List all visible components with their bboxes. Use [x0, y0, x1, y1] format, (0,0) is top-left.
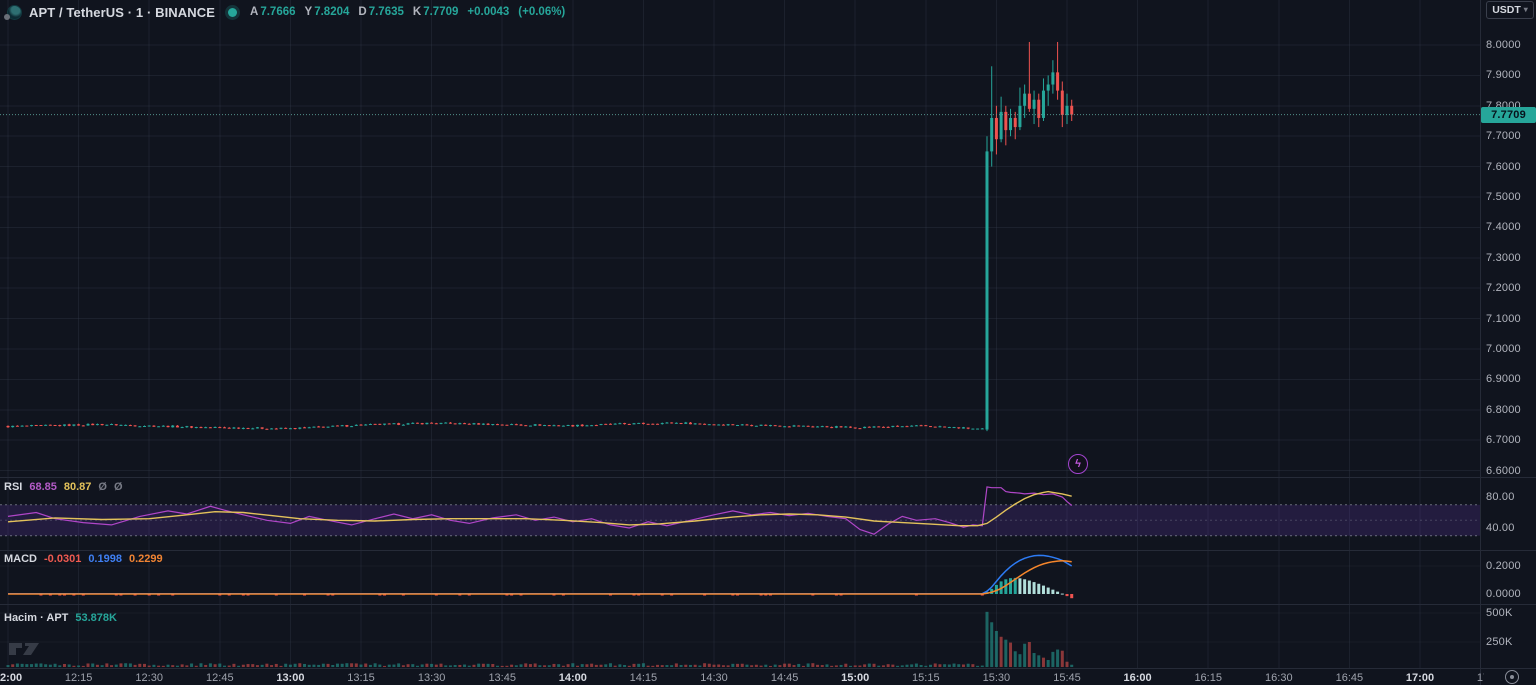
macd-line-value: 0.1998 — [88, 553, 122, 565]
volume-value: 53.878K — [75, 612, 117, 624]
low-label: D — [358, 6, 367, 18]
volume-legend: Hacim · APT 53.878K — [4, 612, 117, 624]
macd-signal-value: 0.2299 — [128, 553, 163, 565]
symbol-header: APT / TetherUS · 1 · BINANCE A 7.7666 Y 7.… — [4, 3, 565, 21]
time-tick-label: 15:15 — [912, 672, 940, 684]
connection-status-icon[interactable] — [228, 7, 238, 17]
time-tick-label: 12:15 — [64, 672, 93, 684]
change-value: +0.0043 — [467, 6, 510, 18]
open-label: A — [250, 6, 259, 18]
tradingview-logo-icon[interactable] — [8, 638, 44, 656]
high-label: Y — [304, 6, 313, 18]
volume-name[interactable]: Hacim · APT — [4, 612, 68, 624]
chevron-down-icon: ▾ — [1523, 5, 1528, 14]
time-tick-label: 13:45 — [488, 672, 516, 684]
time-tick-label: 14:45 — [770, 672, 799, 684]
rsi-legend: RSI 68.85 80.87 Ø Ø — [4, 481, 123, 493]
time-tick-label: 12:30 — [135, 672, 163, 684]
time-tick-label: 14:30 — [700, 672, 728, 684]
rsi-value: 68.85 — [29, 481, 57, 493]
macd-name[interactable]: MACD — [4, 553, 37, 565]
trading-chart-window: APT / TetherUS · 1 · BINANCE A 7.7666 Y 7.… — [0, 0, 1536, 685]
rsi-empty-icon-1[interactable]: Ø — [98, 481, 107, 493]
time-tick-label: 17:15 — [1476, 672, 1484, 684]
rsi-ma-value: 80.87 — [63, 481, 92, 493]
time-tick-label: 16:00 — [1123, 672, 1152, 684]
open-value: 7.7666 — [260, 6, 296, 18]
time-tick-label: 15:30 — [982, 672, 1011, 684]
secondary-logo-dot-icon — [4, 13, 10, 20]
macd-legend: MACD -0.0301 0.1998 0.2299 — [4, 553, 163, 565]
change-percent: (+0.06%) — [518, 6, 566, 18]
time-tick-label: 15:00 — [841, 672, 870, 684]
rsi-empty-icon-2[interactable]: Ø — [114, 481, 123, 493]
time-tick-label: 17:00 — [1405, 672, 1435, 684]
macd-hist-value: -0.0301 — [44, 553, 82, 565]
symbol-title[interactable]: APT / TetherUS · 1 · BINANCE — [29, 5, 215, 20]
low-value: 7.7635 — [368, 6, 404, 18]
time-tick-label: 13:15 — [347, 672, 375, 684]
rsi-name[interactable]: RSI — [4, 481, 22, 493]
high-value: 7.8204 — [314, 6, 350, 18]
time-tick-label: 14:15 — [629, 672, 658, 684]
time-tick-label: 12:00 — [0, 672, 23, 684]
time-tick-label: 16:15 — [1194, 672, 1222, 684]
time-tick-label: 16:30 — [1265, 672, 1293, 684]
currency-label: USDT — [1492, 4, 1521, 16]
symbol-logo-icon — [4, 4, 22, 20]
chart-canvas[interactable] — [0, 0, 1536, 685]
current-price-badge: 7.7709 — [1481, 106, 1536, 123]
time-tick-label: 14:00 — [558, 672, 587, 684]
currency-toggle-button[interactable]: USDT ▾ — [1486, 1, 1534, 19]
time-tick-label: 13:30 — [417, 672, 446, 684]
time-tick-label: 16:45 — [1335, 672, 1364, 684]
close-value: 7.7709 — [423, 6, 459, 18]
flash-event-icon[interactable]: ϟ — [1068, 454, 1088, 474]
ohlc-values: A 7.7666 Y 7.8204 D 7.7635 K 7.7709 +0.0043 … — [250, 6, 565, 18]
close-label: K — [412, 6, 422, 18]
time-axis[interactable]: 12:00 12:15 12:30 12:45 13:00 13:15 13:30 13:45… — [0, 668, 1484, 685]
time-tick-label: 13:00 — [276, 672, 305, 684]
time-tick-label: 12:45 — [206, 672, 234, 684]
time-tick-label: 15:45 — [1053, 672, 1081, 684]
timezone-settings-icon[interactable] — [1505, 670, 1519, 684]
